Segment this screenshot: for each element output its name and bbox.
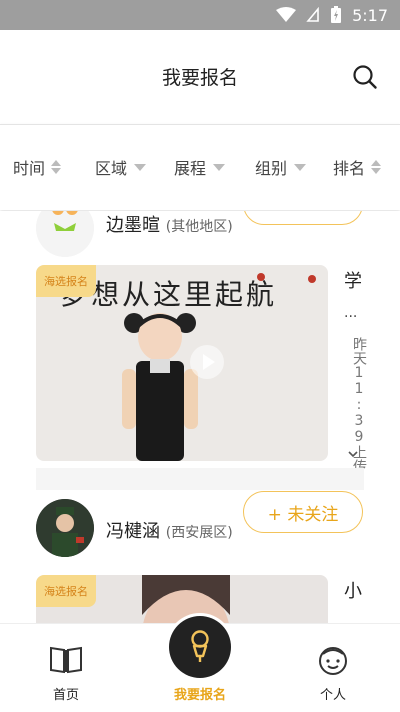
- entry-region: (其他地区): [165, 219, 233, 235]
- microphone-icon: [191, 630, 209, 662]
- filter-rank[interactable]: 排名: [333, 155, 382, 179]
- tab-home[interactable]: 首页: [6, 624, 126, 712]
- dropdown-arrow-icon: [294, 163, 307, 171]
- play-icon[interactable]: [190, 345, 224, 379]
- entry-region: (西安展区): [165, 525, 233, 541]
- tab-home-label: 首页: [52, 688, 79, 703]
- battery-icon: [331, 6, 342, 23]
- video-thumbnail[interactable]: 梦想从这里起航 海选报名: [36, 265, 328, 461]
- follow-button[interactable]: + 未关注: [243, 491, 363, 533]
- book-icon: [50, 646, 82, 674]
- filter-bar: 时间 区域 展程 组别 排名: [0, 124, 400, 210]
- filter-region[interactable]: 区域: [95, 155, 147, 179]
- filter-time-label: 时间: [13, 159, 46, 178]
- dropdown-arrow-icon: [213, 163, 226, 171]
- avatar[interactable]: [36, 499, 94, 557]
- tab-profile-label: 个人: [319, 688, 346, 703]
- filter-region-label: 区域: [95, 159, 128, 178]
- filter-exhibition-label: 展程: [174, 159, 207, 178]
- sort-arrows-icon: [51, 160, 62, 174]
- entry-side-title: 学: [344, 271, 362, 292]
- filter-group-label: 组别: [255, 159, 288, 178]
- sort-arrows-icon: [371, 160, 382, 174]
- video-thumbnail[interactable]: 海选报名: [36, 575, 328, 623]
- status-time: 5:17: [352, 5, 388, 25]
- filter-exhibition[interactable]: 展程: [174, 155, 226, 179]
- filter-time[interactable]: 时间: [13, 155, 62, 179]
- follow-button[interactable]: [243, 211, 363, 225]
- divider: [36, 468, 364, 490]
- entry-list[interactable]: 边墨暄 (其他地区) 梦想从这里起航 海选报名 学 ... 昨天11:39上传: [0, 211, 400, 623]
- avatar[interactable]: [36, 211, 94, 257]
- status-bar: 5:17: [0, 0, 400, 30]
- wifi-icon: [276, 7, 297, 22]
- page-title: 我要报名: [161, 66, 238, 89]
- entry-name: 边墨暄 (其他地区): [106, 211, 233, 237]
- entry-name-text: 冯楗涵: [106, 521, 160, 542]
- dropdown-arrow-icon: [134, 163, 147, 171]
- entry-name: 冯楗涵 (西安展区): [106, 517, 233, 543]
- avatar-cartoon-icon: [36, 211, 94, 257]
- signup-center-button[interactable]: [169, 616, 231, 678]
- expand-icon[interactable]: [348, 451, 358, 459]
- filter-group[interactable]: 组别: [255, 155, 307, 179]
- tab-signup-label: 我要报名: [173, 688, 226, 703]
- signal-icon: [306, 7, 319, 22]
- filter-rank-label: 排名: [333, 159, 366, 178]
- smile-face-icon: [319, 647, 347, 675]
- tag-badge: 海选报名: [36, 265, 96, 297]
- entry-side-title: 小: [344, 581, 362, 602]
- avatar-photo-icon: [36, 499, 94, 557]
- entry-name-text: 边墨暄: [106, 215, 160, 236]
- entry-side-dots: ...: [344, 305, 358, 321]
- search-icon[interactable]: [352, 64, 378, 90]
- tag-badge: 海选报名: [36, 575, 96, 607]
- page-header: 我要报名: [0, 30, 400, 122]
- tab-profile[interactable]: 个人: [273, 624, 393, 712]
